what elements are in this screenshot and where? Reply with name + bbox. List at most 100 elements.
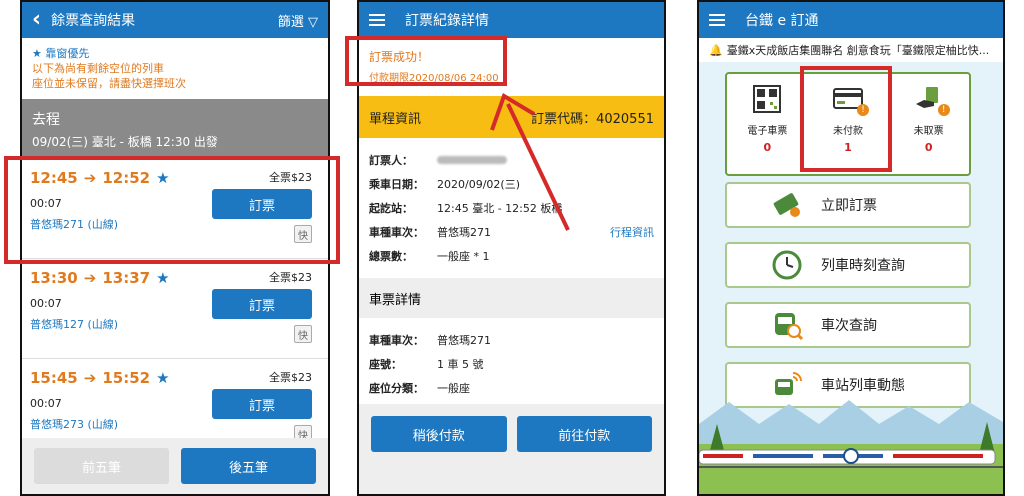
fast-badge: 快	[294, 325, 312, 343]
depart-time: 15:45	[30, 369, 78, 387]
status-label: 未取票	[913, 126, 944, 137]
menu-label: 立即訂票	[821, 198, 877, 214]
booking-success: 訂票成功！ 付款期限2020/08/06 24:00	[359, 38, 664, 96]
book-now-button[interactable]: 立即訂票	[725, 182, 971, 228]
book-button[interactable]: 訂票	[212, 389, 312, 419]
depart-time: 13:30	[30, 269, 78, 287]
info-key: 座位分類：	[369, 382, 424, 395]
info-value: 一般座	[437, 382, 470, 395]
trip-label: 去程	[32, 112, 60, 128]
depart-time: 12:45	[30, 169, 78, 187]
e-ticket-status[interactable]: 電子車票 0	[727, 74, 808, 174]
price: 全票$23	[269, 271, 312, 284]
payment-deadline: 付款期限2020/08/06 24:00	[369, 73, 499, 84]
status-count: 1	[844, 141, 852, 154]
info-value: 普悠瑪271	[437, 334, 491, 347]
info-value: 12:45 臺北 - 12:52 板橋	[437, 202, 563, 215]
filter-button[interactable]: 篩選 ▽	[278, 11, 318, 30]
info-key: 訂票人：	[369, 154, 413, 167]
info-key: 乘車日期：	[369, 178, 424, 191]
train-search-icon	[775, 313, 803, 341]
trip-info-label: 單程資訊	[369, 111, 422, 127]
ticket-icon	[773, 193, 800, 217]
info-value: 一般座 * 1	[437, 250, 490, 263]
clock-icon	[772, 250, 802, 280]
back-arrow-icon[interactable]: ‹	[32, 9, 41, 31]
booking-code: 4020551	[596, 111, 654, 127]
book-button[interactable]: 訂票	[212, 189, 312, 219]
price: 全票$23	[269, 371, 312, 384]
fast-badge: 快	[294, 225, 312, 243]
menu-icon[interactable]	[369, 14, 385, 26]
prev-page-button[interactable]: 前五筆	[34, 448, 169, 484]
announcement-text: 臺鐵x天成飯店集團聯名 創意食玩「臺鐵限定柚比快...	[726, 44, 990, 57]
alert-badge: !	[857, 104, 869, 116]
announcement[interactable]: 🔔 臺鐵x天成飯店集團聯名 創意食玩「臺鐵限定柚比快...	[699, 38, 1003, 62]
menu-label: 車站列車動態	[821, 378, 905, 394]
payment-actions: 稍後付款 前往付款	[359, 404, 664, 494]
info-key: 總票數：	[369, 250, 413, 263]
menu-label: 列車時刻查詢	[821, 258, 905, 274]
qr-code-icon	[753, 85, 782, 113]
train-scenery-illustration	[699, 400, 1003, 494]
status-label: 電子車票	[747, 126, 788, 137]
menu-icon[interactable]	[709, 14, 725, 26]
header-bar: 台鐵 e 訂通	[699, 2, 1003, 38]
search-results-screen: ‹ 餘票查詢結果 篩選 ▽ ★ 靠窗優先 以下為尚有剩餘空位的列車 座位並未保留…	[20, 0, 330, 496]
train-number-query-button[interactable]: 車次查詢	[725, 302, 971, 348]
info-key: 車種車次：	[369, 334, 424, 347]
unclaimed-status[interactable]: ! 未取票 0	[888, 74, 969, 174]
booking-code-label: 訂票代碼：	[531, 111, 597, 127]
info-key: 車種車次：	[369, 226, 424, 239]
ticket-status-card: 電子車票 0 ! 未付款 1 ! 未取票 0	[725, 72, 971, 176]
next-page-button[interactable]: 後五筆	[181, 448, 316, 484]
trip-info: 訂票人： 乘車日期： 2020/09/02(三) 起訖站： 12:45 臺北 - 1…	[359, 138, 664, 278]
info-key: 座號：	[369, 358, 402, 371]
home-body: 電子車票 0 ! 未付款 1 ! 未取票 0 立即訂票 列車時刻查詢 車次查詢 …	[699, 62, 1003, 494]
info-value: 普悠瑪271	[437, 226, 491, 239]
hand-ticket-icon: !	[914, 84, 950, 116]
trip-header: 去程 09/02(三) 臺北 - 板橋 12:30 出發	[22, 99, 328, 159]
redacted-name	[437, 156, 507, 164]
status-label: 未付款	[833, 126, 863, 137]
star-icon: ★	[156, 369, 170, 387]
star-icon: ★	[156, 269, 170, 287]
pay-now-button[interactable]: 前往付款	[516, 416, 652, 452]
page-title: 訂票紀錄詳情	[405, 13, 489, 29]
ticket-info: 車種車次： 普悠瑪271 座號： 1 車 5 號 座位分類： 一般座	[359, 318, 664, 410]
ticket-detail-header: 車票詳情	[359, 278, 664, 318]
price: 全票$23	[269, 171, 312, 184]
timetable-button[interactable]: 列車時刻查詢	[725, 242, 971, 288]
book-button[interactable]: 訂票	[212, 289, 312, 319]
pay-later-button[interactable]: 稍後付款	[371, 416, 507, 452]
notice: ★ 靠窗優先 以下為尚有剩餘空位的列車 座位並未保留，請盡快選擇班次	[22, 38, 328, 99]
page-title: 餘票查詢結果	[51, 13, 136, 29]
info-key: 起訖站：	[369, 202, 413, 215]
arrow-right-icon: ➔	[83, 269, 97, 287]
home-screen: 台鐵 e 訂通 🔔 臺鐵x天成飯店集團聯名 創意食玩「臺鐵限定柚比快... 電子…	[697, 0, 1005, 496]
train-row: 13:30 ➔ 13:37 ★ 00:07 普悠瑪127 (山線) 全票$23 訂票 …	[22, 259, 328, 359]
arrive-time: 12:52	[102, 169, 151, 187]
trip-detail: 09/02(三) 臺北 - 板橋 12:30 出發	[32, 135, 218, 149]
success-message: 訂票成功！	[369, 50, 430, 64]
header-bar: ‹ 餘票查詢結果 篩選 ▽	[22, 2, 328, 38]
status-count: 0	[924, 141, 933, 154]
menu-label: 車次查詢	[821, 318, 877, 334]
notice-line: 座位並未保留，請盡快選擇班次	[32, 77, 186, 90]
bell-icon: 🔔	[709, 43, 723, 57]
trip-info-link[interactable]: 行程資訊	[610, 224, 654, 240]
notice-line: 以下為尚有剩餘空位的列車	[32, 62, 164, 75]
credit-card-icon: !	[833, 84, 869, 116]
unpaid-status[interactable]: ! 未付款 1	[808, 74, 889, 174]
arrive-time: 15:52	[102, 369, 151, 387]
arrive-time: 13:37	[102, 269, 151, 287]
star-icon: ★	[156, 169, 170, 187]
header-bar: 訂票紀錄詳情	[359, 2, 664, 38]
booking-detail-screen: 訂票紀錄詳情 訂票成功！ 付款期限2020/08/06 24:00 單程資訊 訂…	[357, 0, 666, 496]
info-value: 1 車 5 號	[437, 358, 484, 371]
info-value: 2020/09/02(三)	[437, 178, 520, 191]
alert-badge: !	[937, 104, 950, 116]
pagination: 前五筆 後五筆	[22, 438, 328, 494]
arrow-right-icon: ➔	[83, 169, 97, 187]
notice-window-priority: ★ 靠窗優先	[32, 47, 90, 60]
